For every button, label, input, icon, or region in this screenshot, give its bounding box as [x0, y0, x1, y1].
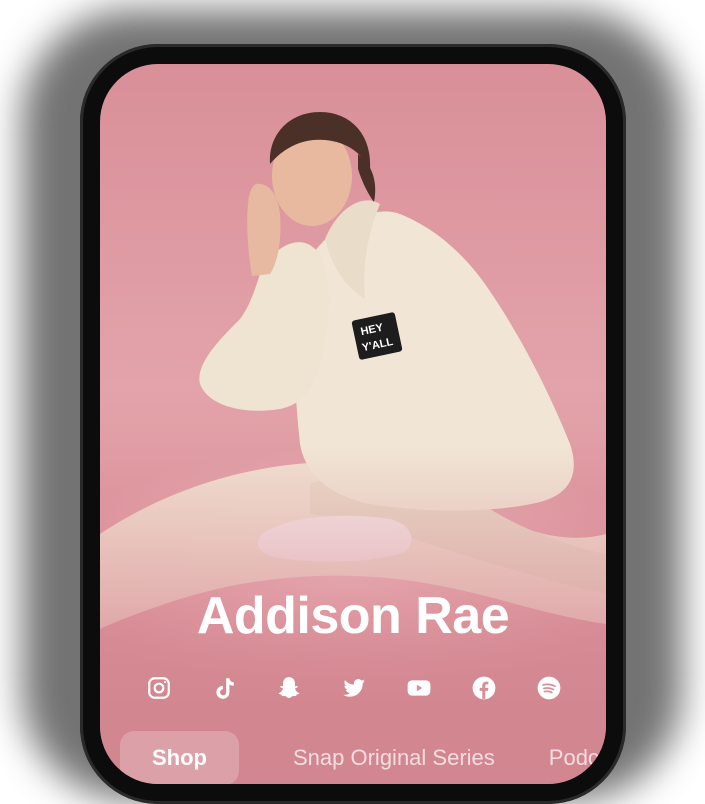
instagram-icon[interactable] — [144, 673, 174, 703]
artist-name: Addison Rae — [196, 587, 510, 645]
tiktok-icon[interactable] — [209, 673, 239, 703]
snapchat-icon[interactable] — [274, 673, 304, 703]
twitter-icon[interactable] — [339, 673, 369, 703]
social-links — [144, 673, 564, 703]
youtube-icon[interactable] — [404, 673, 434, 703]
phone-screen: HEY Y'ALL Addison Rae Shop Snap Original… — [100, 64, 606, 784]
spotify-icon[interactable] — [534, 673, 564, 703]
facebook-icon[interactable] — [469, 673, 499, 703]
